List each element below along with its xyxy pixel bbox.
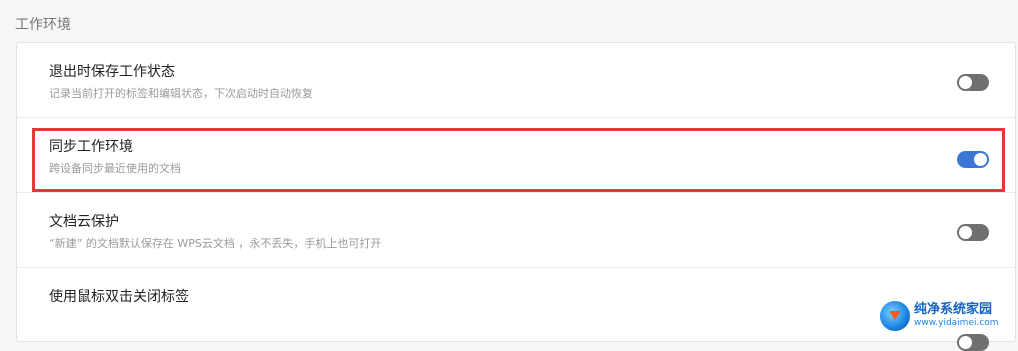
toggle-knob [959,76,972,89]
setting-row-save-work-state: 退出时保存工作状态 记录当前打开的标签和编辑状态，下次启动时自动恢复 [17,43,1015,118]
doc-cloud-protect-toggle[interactable] [957,224,989,241]
settings-card: 退出时保存工作状态 记录当前打开的标签和编辑状态，下次启动时自动恢复 同步工作环… [16,42,1016,351]
setting-row-double-click-close-tab: 使用鼠标双击关闭标签 [17,268,1015,351]
toggle-knob [959,336,972,349]
setting-title: 使用鼠标双击关闭标签 [49,289,189,305]
setting-title: 文档云保护 [49,214,119,230]
setting-description: “新建” 的文档默认保存在 WPS云文档 ，永不丢失，手机上也可打开 [49,237,382,250]
setting-title: 同步工作环境 [49,139,133,155]
setting-description: 记录当前打开的标签和编辑状态，下次启动时自动恢复 [49,87,313,100]
save-work-state-toggle[interactable] [957,74,989,91]
watermark-url: www.yidaimei.com [914,318,999,328]
section-title: 工作环境 [15,17,71,33]
setting-row-doc-cloud-protect: 文档云保护 “新建” 的文档默认保存在 WPS云文档 ，永不丢失，手机上也可打开 [17,193,1015,268]
setting-row-sync-workspace: 同步工作环境 跨设备同步最近使用的文档 [17,118,1015,193]
sync-workspace-toggle[interactable] [957,151,989,168]
double-click-close-tab-toggle[interactable] [957,334,989,351]
watermark: 纯净系统家园 www.yidaimei.com [880,298,1018,333]
setting-title: 退出时保存工作状态 [49,64,175,80]
toggle-knob [974,153,987,166]
toggle-knob [959,226,972,239]
watermark-name: 纯净系统家园 [914,302,993,317]
watermark-logo-icon [880,300,910,331]
setting-description: 跨设备同步最近使用的文档 [49,162,181,175]
